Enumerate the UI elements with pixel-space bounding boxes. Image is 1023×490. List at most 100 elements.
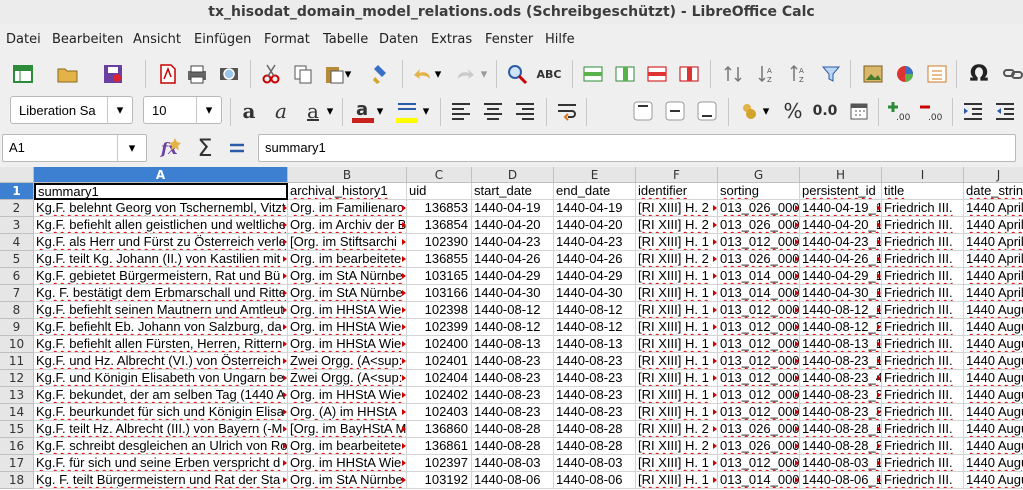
table-cell[interactable]: 1440 Augu: [964, 370, 1023, 387]
font-name-box[interactable]: Liberation Sa ▾: [10, 96, 133, 124]
chevron-down-icon[interactable]: ▾: [107, 97, 132, 123]
table-cell[interactable]: Org. (A) im HHStA: [288, 404, 407, 421]
table-cell[interactable]: 136853: [407, 200, 472, 217]
table-cell[interactable]: 1440-08-23: [554, 387, 636, 404]
row-header[interactable]: 11: [0, 353, 34, 370]
row-header[interactable]: 9: [0, 319, 34, 336]
table-cell[interactable]: 1440-08-28: [472, 421, 554, 438]
menu-fenster[interactable]: Fenster: [485, 32, 533, 47]
chevron-down-icon[interactable]: ▾: [420, 102, 432, 120]
new-spreadsheet-icon[interactable]: [10, 61, 36, 87]
table-cell[interactable]: 103166: [407, 285, 472, 302]
table-cell[interactable]: 1440 April: [964, 234, 1023, 251]
table-cell[interactable]: 1440-04-26: [554, 251, 636, 268]
column-header-b[interactable]: B: [288, 167, 407, 183]
row-header[interactable]: 7: [0, 285, 34, 302]
table-cell[interactable]: 1440 Augu: [964, 302, 1023, 319]
table-cell[interactable]: Zwei Orgg. (A<sup:: [288, 353, 407, 370]
header-cell[interactable]: uid: [407, 183, 472, 200]
special-character-icon[interactable]: Ω: [966, 61, 992, 87]
table-cell[interactable]: 1440-08-23: [554, 370, 636, 387]
chevron-down-icon[interactable]: ▾: [374, 102, 386, 120]
row-icon[interactable]: [580, 61, 606, 87]
print-icon[interactable]: [184, 61, 210, 87]
delete-decimal-icon[interactable]: .00: [918, 98, 944, 124]
table-cell[interactable]: 013_012_000: [718, 234, 800, 251]
table-cell[interactable]: 1440-04-23: [554, 234, 636, 251]
pivot-table-icon[interactable]: [924, 61, 950, 87]
table-cell[interactable]: 1440-08-12_2: [800, 319, 882, 336]
increase-indent-icon[interactable]: [960, 98, 986, 124]
table-cell[interactable]: 013_012_000: [718, 387, 800, 404]
table-cell[interactable]: 136861: [407, 438, 472, 455]
table-cell[interactable]: [RI XIII] H. 1: [636, 455, 718, 472]
wrap-text-icon[interactable]: [554, 98, 580, 124]
menu-hilfe[interactable]: Hilfe: [545, 32, 575, 47]
table-cell[interactable]: 1440-08-06: [472, 472, 554, 489]
table-cell[interactable]: Friedrich III.: [882, 370, 964, 387]
table-cell[interactable]: 013_026_000: [718, 251, 800, 268]
header-cell[interactable]: sorting: [718, 183, 800, 200]
table-cell[interactable]: 013_012_000: [718, 353, 800, 370]
menu-format[interactable]: Format: [264, 32, 310, 47]
column-header-h[interactable]: H: [800, 167, 882, 183]
table-cell[interactable]: 1440-08-28_1: [800, 421, 882, 438]
table-cell[interactable]: [Org. im BayHStA M: [288, 421, 407, 438]
table-cell[interactable]: [RI XIII] H. 2: [636, 251, 718, 268]
table-cell[interactable]: 1440-04-26: [472, 251, 554, 268]
table-cell[interactable]: 013_012_000: [718, 455, 800, 472]
table-cell[interactable]: Friedrich III.: [882, 319, 964, 336]
table-cell[interactable]: 1440-08-28: [554, 421, 636, 438]
row-header[interactable]: 6: [0, 268, 34, 285]
delete-rows-icon[interactable]: [644, 61, 670, 87]
column-header-j[interactable]: J: [964, 167, 1023, 183]
header-cell[interactable]: date_strin: [964, 183, 1023, 200]
table-cell[interactable]: 1440-08-23: [472, 353, 554, 370]
table-cell[interactable]: Friedrich III.: [882, 268, 964, 285]
menu-datei[interactable]: Datei: [6, 32, 41, 47]
table-cell[interactable]: 1440-08-12: [554, 302, 636, 319]
align-bottom-icon[interactable]: [694, 98, 720, 124]
table-cell[interactable]: 1440-08-13: [554, 336, 636, 353]
redo-icon[interactable]: [452, 61, 478, 87]
table-cell[interactable]: Friedrich III.: [882, 404, 964, 421]
autofilter-icon[interactable]: [818, 61, 844, 87]
table-cell[interactable]: 1440 Augu: [964, 319, 1023, 336]
table-cell[interactable]: Friedrich III.: [882, 438, 964, 455]
spreadsheet-grid[interactable]: A B C D E F G H I J 1 summary1 archival_history1 uid s…: [0, 167, 1023, 490]
table-cell[interactable]: 1440-08-23_3: [800, 404, 882, 421]
percent-icon[interactable]: %: [780, 98, 806, 124]
menu-daten[interactable]: Daten: [379, 32, 418, 47]
table-cell[interactable]: 1440-08-03: [554, 455, 636, 472]
table-cell[interactable]: 013_012_000: [718, 370, 800, 387]
table-cell[interactable]: Friedrich III.: [882, 302, 964, 319]
table-cell[interactable]: [RI XIII] H. 1: [636, 285, 718, 302]
table-cell[interactable]: 1440 Augu: [964, 455, 1023, 472]
row-header[interactable]: 4: [0, 234, 34, 251]
table-cell[interactable]: 1440-08-12: [472, 319, 554, 336]
chevron-down-icon[interactable]: ▾: [760, 102, 772, 120]
table-cell[interactable]: 1440-08-28_2: [800, 438, 882, 455]
font-size-box[interactable]: 10 ▾: [143, 96, 222, 124]
table-cell[interactable]: Org. im HHStA Wie: [288, 387, 407, 404]
header-cell[interactable]: start_date: [472, 183, 554, 200]
align-right-icon[interactable]: [512, 98, 538, 124]
formula-icon[interactable]: [224, 135, 250, 161]
table-cell[interactable]: 1440 April: [964, 251, 1023, 268]
table-cell[interactable]: 1440 April: [964, 217, 1023, 234]
column-header-d[interactable]: D: [472, 167, 554, 183]
cut-icon[interactable]: [258, 61, 284, 87]
table-cell[interactable]: 013_026_000: [718, 200, 800, 217]
column-header-f[interactable]: F: [636, 167, 718, 183]
table-cell[interactable]: 1440 April: [964, 285, 1023, 302]
table-cell[interactable]: 013_014_000: [718, 285, 800, 302]
table-cell[interactable]: 013_026_000: [718, 217, 800, 234]
table-cell[interactable]: 1440-04-30: [472, 285, 554, 302]
table-cell[interactable]: Org. im HHStA Wie: [288, 302, 407, 319]
table-cell[interactable]: 1440-08-23: [472, 370, 554, 387]
font-color-icon[interactable]: a: [350, 98, 376, 124]
table-cell[interactable]: Org. im StA Nürnbe: [288, 285, 407, 302]
table-cell[interactable]: 1440-08-23: [554, 353, 636, 370]
table-cell[interactable]: 1440-08-12: [472, 302, 554, 319]
export-pdf-icon[interactable]: [154, 61, 180, 87]
